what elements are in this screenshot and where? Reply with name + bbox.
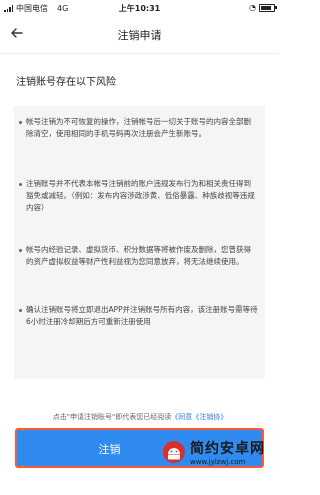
risk-text: 帐号注销为不可恢复的操作，注销帐号后一切关于账号的内容全部删除清空，使用相同的手… — [26, 117, 251, 138]
watermark: 简约安卓网 www.jylzwj.com — [162, 430, 274, 474]
risk-item: 帐号内经验记录、虚拟货币、积分数据等将被作废及删除，您曾获得的资产虚拟权益等财产… — [19, 244, 258, 268]
android-logo-icon — [163, 441, 185, 463]
risk-text: 确认注销账号将立即退出APP并注销账号所有内容，该注册账号需等待6小时注册冷却期… — [26, 305, 258, 326]
risk-card: 注销账号存在以下风险 帐号注销为不可恢复的操作，注销帐号后一切关于账号的内容全部… — [8, 63, 271, 379]
agreement-hint: 点击"申请注销账号"即代表您已经阅读《同意《注销协》 — [30, 412, 250, 422]
risk-card-title: 注销账号存在以下风险 — [16, 77, 116, 88]
submit-button-label: 注销 — [98, 443, 121, 456]
alarm-icon: ◔ — [249, 3, 256, 12]
risk-text: 注销账号并不代表本帐号注销前的账户违规发布行为和相关责任得到豁免或减轻。（例如：… — [26, 179, 255, 212]
bullet-icon — [19, 308, 22, 312]
watermark-brand: 简约安卓网 — [190, 441, 265, 457]
risk-item: 帐号注销为不可恢复的操作，注销帐号后一切关于账号的内容全部删除清空，使用相同的手… — [19, 116, 258, 140]
status-bar: 中国电信 4G 上午10:31 ◔ — [0, 0, 279, 15]
battery-icon — [259, 3, 277, 12]
watermark-url: www.jylzwj.com — [190, 458, 246, 466]
status-right: ◔ — [249, 3, 277, 12]
nav-bar: 注销申请 — [0, 15, 279, 54]
agreement-hint-text: 点击"申请注销账号"即代表您已经阅读 — [52, 413, 172, 421]
bullet-icon — [19, 120, 22, 124]
status-time: 上午10:31 — [118, 4, 161, 13]
bullet-icon — [19, 248, 22, 252]
risk-item: 确认注销账号将立即退出APP并注销账号所有内容，该注册账号需等待6小时注册冷却期… — [19, 304, 258, 328]
agreement-link[interactable]: 《同意《注销协》 — [171, 413, 227, 421]
risk-item: 注销账号并不代表本帐号注销前的账户违规发布行为和相关责任得到豁免或减轻。（例如：… — [19, 178, 258, 214]
page-title: 注销申请 — [117, 29, 162, 42]
risk-list: 帐号注销为不可恢复的操作，注销帐号后一切关于账号的内容全部删除清空，使用相同的手… — [14, 106, 265, 379]
risk-text: 帐号内经验记录、虚拟货币、积分数据等将被作废及删除，您曾获得的资产虚拟权益等财产… — [26, 245, 251, 266]
bullet-icon — [19, 182, 22, 186]
